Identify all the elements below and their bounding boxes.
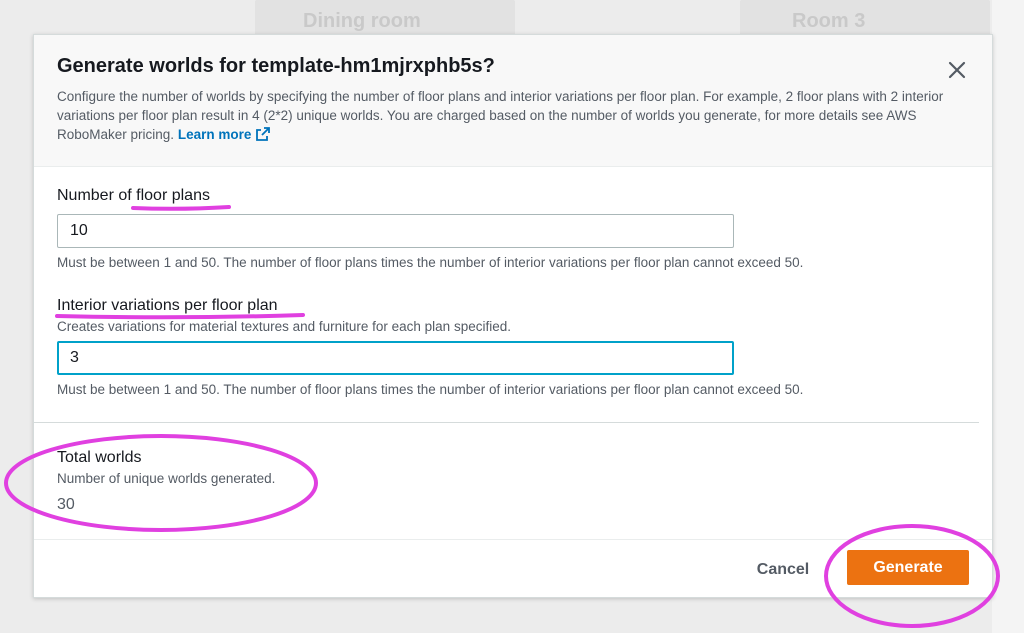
total-worlds-description: Number of unique worlds generated.: [57, 471, 276, 486]
background-room-label: Room 3: [792, 10, 866, 32]
learn-more-link[interactable]: Learn more: [178, 127, 272, 142]
close-icon: [948, 61, 966, 79]
generate-worlds-modal: Generate worlds for template-hm1mjrxphb5…: [33, 34, 993, 598]
total-worlds-label: Total worlds: [57, 449, 142, 466]
interior-variations-hint: Must be between 1 and 50. The number of …: [57, 382, 804, 397]
floor-plans-input[interactable]: [57, 214, 734, 248]
section-divider: [34, 422, 979, 423]
background-side-panel: [992, 0, 1024, 633]
interior-variations-description: Creates variations for material textures…: [57, 319, 511, 334]
total-worlds-value: 30: [57, 496, 75, 513]
interior-variations-label: Interior variations per floor plan: [57, 297, 278, 314]
floor-plans-hint: Must be between 1 and 50. The number of …: [57, 255, 804, 270]
footer-divider: [34, 539, 992, 540]
floor-plans-label: Number of floor plans: [57, 187, 210, 204]
cancel-button[interactable]: Cancel: [749, 556, 817, 584]
interior-variations-input[interactable]: [57, 341, 734, 375]
generate-button[interactable]: Generate: [847, 550, 969, 585]
modal-title: Generate worlds for template-hm1mjrxphb5…: [57, 55, 495, 77]
learn-more-label: Learn more: [177, 127, 252, 142]
external-link-icon: [256, 127, 271, 141]
close-button[interactable]: [944, 57, 970, 83]
modal-header: Generate worlds for template-hm1mjrxphb5…: [34, 35, 992, 167]
modal-description: Configure the number of worlds by specif…: [57, 87, 957, 144]
background-room-label: Dining room: [303, 10, 421, 32]
